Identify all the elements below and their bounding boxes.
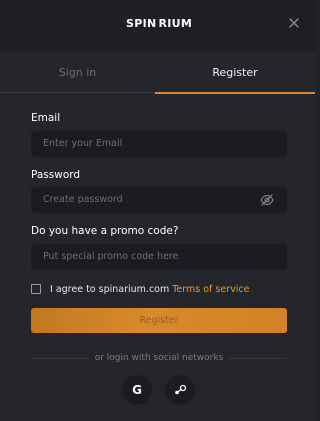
active-tab-indicator	[155, 92, 315, 94]
logo-text-right: RIUM	[158, 17, 193, 30]
tab-sign-in[interactable]: Sign in	[0, 52, 155, 93]
register-modal: SPIN RIUM Sign in Register Email Enter y…	[0, 0, 315, 421]
tab-register-label: Register	[212, 66, 258, 79]
steam-icon	[175, 384, 187, 395]
tab-register[interactable]: Register	[155, 52, 315, 94]
terms-of-service-link[interactable]: Terms of service	[172, 284, 249, 295]
email-placeholder: Enter your Email	[43, 138, 123, 149]
google-login-button[interactable]: G	[122, 375, 152, 405]
password-placeholder: Create password	[43, 194, 123, 205]
promo-placeholder: Put special promo code here	[43, 251, 179, 262]
tab-sign-in-label: Sign in	[58, 66, 97, 79]
social-divider-text: or login with social networks	[94, 353, 224, 363]
close-icon[interactable]	[287, 16, 301, 30]
auth-tabs: Sign in Register	[0, 52, 315, 94]
eye-slash-icon[interactable]	[260, 194, 274, 206]
steam-login-button[interactable]	[165, 375, 195, 405]
promo-code-field[interactable]: Put special promo code here	[31, 244, 287, 270]
email-label: Email	[31, 112, 61, 124]
password-field[interactable]: Create password	[31, 187, 287, 213]
email-field[interactable]: Enter your Email	[31, 131, 287, 157]
agree-checkbox[interactable]	[31, 284, 41, 294]
spinarium-logo: SPIN RIUM	[126, 14, 192, 34]
modal-header: SPIN RIUM	[0, 0, 315, 52]
register-button[interactable]: Register	[31, 308, 287, 333]
google-icon: G	[132, 383, 142, 397]
agree-text: I agree to spinarium.com	[50, 283, 170, 295]
social-divider: or login with social networks	[31, 352, 287, 364]
promo-label: Do you have a promo code?	[31, 225, 179, 237]
terms-agreement: I agree to spinarium.com Terms of servic…	[31, 282, 249, 296]
logo-text-left: SPIN	[126, 17, 157, 30]
password-label: Password	[31, 169, 81, 181]
